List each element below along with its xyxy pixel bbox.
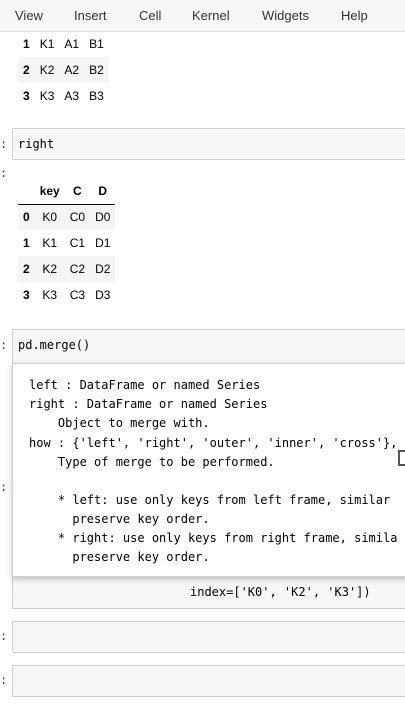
- row-index: 3: [23, 288, 30, 302]
- table-cell: K3: [42, 288, 58, 302]
- menu-view[interactable]: View: [15, 8, 43, 23]
- table-row: 0 K0 C0 D0: [18, 204, 116, 230]
- table-row: 3 K3 A3 B3: [18, 83, 109, 109]
- table-cell: K2: [34, 57, 60, 83]
- menu-kernel[interactable]: Kernel: [192, 8, 230, 23]
- table-header-row: key C D: [18, 178, 116, 205]
- table-row: 1 K1 A1 B1: [18, 31, 109, 57]
- table-cell: C3: [69, 288, 86, 302]
- table-cell: K3: [39, 89, 55, 103]
- table-cell: K2: [34, 256, 65, 282]
- row-index: 1: [23, 236, 30, 250]
- table-cell: D3: [95, 288, 111, 302]
- table-cell: A2: [59, 57, 85, 83]
- cell-prompt: :: [0, 137, 8, 151]
- mouse-cursor-icon: [398, 450, 405, 466]
- table-cell: D0: [90, 204, 116, 230]
- table-cell: D2: [90, 256, 116, 282]
- empty-code-cell[interactable]: [12, 621, 405, 653]
- empty-code-cell[interactable]: [12, 665, 405, 697]
- tooltip-line: * left: use only keys from left frame, s…: [29, 493, 391, 507]
- cell-prompt: :: [0, 338, 8, 352]
- row-index: 0: [18, 204, 35, 230]
- table-cell: C0: [64, 204, 91, 230]
- row-index: 3: [23, 89, 30, 103]
- column-header: C: [64, 178, 91, 205]
- cell-prompt-fragment: :: [0, 629, 8, 643]
- table-cell: C1: [69, 236, 86, 250]
- output-prompt: :: [0, 166, 8, 180]
- table-cell: B2: [84, 57, 109, 83]
- table-cell: A1: [64, 37, 80, 51]
- tooltip-line: preserve key order.: [29, 512, 210, 526]
- table-row: 3 K3 C3 D3: [18, 282, 115, 308]
- table-cell: K1: [42, 236, 58, 250]
- row-index: 2: [18, 57, 35, 83]
- cell-prompt-fragment: :: [0, 480, 8, 494]
- docstring-tooltip[interactable]: left : DataFrame or named Series right :…: [12, 363, 405, 577]
- menu-insert[interactable]: Insert: [74, 8, 107, 23]
- left-dataframe-output: 1 K1 A1 B1 2 K2 A2 B2 3 K3 A3 B3: [18, 31, 109, 109]
- tooltip-line: left : DataFrame or named Series: [29, 378, 261, 392]
- table-row: 1 K1 C1 D1: [18, 230, 115, 256]
- tooltip-line: preserve key order.: [29, 550, 210, 564]
- table-cell: B3: [89, 89, 104, 103]
- table-cell: C2: [64, 256, 91, 282]
- tooltip-line: how : {'left', 'right', 'outer', 'inner'…: [29, 436, 398, 450]
- column-header: D: [90, 178, 116, 205]
- menu-help[interactable]: Help: [341, 8, 368, 23]
- table-row: 2 K2 C2 D2: [18, 256, 116, 282]
- tooltip-line: * right: use only keys from right frame,…: [29, 531, 398, 545]
- menu-bar: View Insert Cell Kernel Widgets Help: [0, 0, 405, 32]
- cell-prompt-fragment: :: [0, 673, 8, 687]
- tooltip-line: Type of merge to be performed.: [29, 455, 275, 469]
- right-dataframe-output: key C D 0 K0 C0 D0 1 K1 C1 D1 2 K2 C2 D2…: [18, 178, 116, 308]
- tooltip-line: right : DataFrame or named Series: [29, 397, 268, 411]
- table-cell: D1: [95, 236, 111, 250]
- row-index: 1: [23, 37, 30, 51]
- menu-cell[interactable]: Cell: [139, 8, 161, 23]
- column-header: key: [34, 178, 65, 205]
- code-text: right: [18, 137, 55, 151]
- table-row: 2 K2 A2 B2: [18, 57, 109, 83]
- menu-widgets[interactable]: Widgets: [262, 8, 309, 23]
- tooltip-line: Object to merge with.: [29, 416, 210, 430]
- row-index: 2: [18, 256, 35, 282]
- code-text: pd.merge(): [18, 338, 91, 352]
- table-cell: K1: [39, 37, 55, 51]
- code-cell-right[interactable]: right: [12, 128, 405, 160]
- table-cell: K0: [34, 204, 65, 230]
- index-header: [18, 178, 35, 205]
- table-cell: B1: [89, 37, 104, 51]
- code-continuation: index=['K0', 'K2', 'K3']): [190, 585, 371, 599]
- table-cell: A3: [64, 89, 80, 103]
